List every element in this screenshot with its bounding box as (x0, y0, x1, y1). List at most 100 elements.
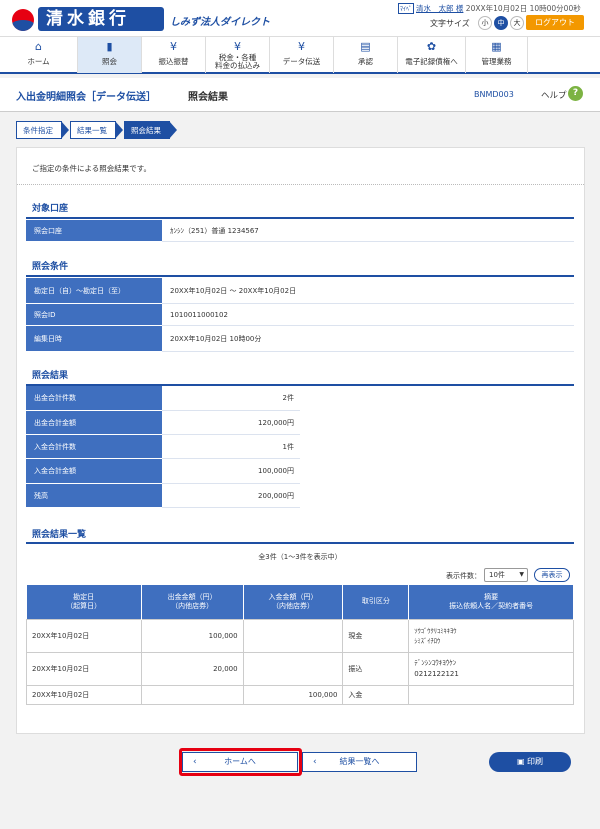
cell-deposit (242, 618, 344, 653)
step-current-result: 照会結果 (124, 121, 177, 139)
user-name[interactable]: 清水 太郎 様 (416, 4, 463, 13)
nav-tax-label: 税金・各種 料金の払込み (206, 54, 269, 70)
user-info: ﾏｲﾍﾟ 清水 太郎 様 20XX年10月02日 10時00分00秒 (398, 3, 581, 14)
cell-date: 20XX年10月02日 (26, 651, 142, 686)
summary-value: 100,000円 (162, 459, 300, 484)
font-size-medium-button[interactable]: 中 (494, 16, 508, 30)
nav-inquiry[interactable]: ▮ 照会 (78, 37, 142, 73)
table-header-row: 勘定日 （起算日） 出金金額（円） （内他店券） 入金金額（円） （内他店券） 取引区… (26, 585, 574, 619)
conditions-heading: 照会条件 (32, 262, 69, 272)
nav-e-claims[interactable]: ✿ 電子記録債権へ (398, 37, 466, 73)
help-link[interactable]: ヘルプ (541, 89, 567, 101)
help-icon[interactable]: ? (568, 86, 583, 101)
cell-deposit: 100,000 (242, 684, 344, 705)
nav-transfer-label: 振込振替 (158, 57, 189, 66)
global-nav: ⌂ ホーム ▮ 照会 ¥ 振込振替 ¥ 税金・各種 料金の払込み ¥ データ伝送 ▤ 承認 ✿… (0, 36, 600, 74)
nav-home[interactable]: ⌂ ホーム (0, 37, 78, 73)
condition-label: 編集日時 (26, 326, 162, 352)
rows-per-page-label: 表示件数： (446, 572, 481, 580)
summary-label: 残高 (26, 484, 162, 508)
col-withdrawal: 出金金額（円） （内他店券） (141, 585, 244, 619)
cell-withdrawal (140, 684, 244, 705)
summary-heading: 照会結果 (32, 371, 69, 381)
table-row: 20XX年10月02日 100,000 入金 (26, 684, 574, 705)
summary-label: 入金合計件数 (26, 435, 162, 459)
printer-icon: ▣ (516, 757, 528, 766)
logout-button[interactable]: ログアウト (526, 15, 584, 30)
condition-label: 勘定日（自）～勘定日（至） (26, 278, 162, 304)
col-date: 勘定日 （起算日） (26, 585, 142, 619)
nav-approval-label: 承認 (358, 57, 373, 66)
list-heading-line (26, 542, 574, 544)
home-icon: ⌂ (35, 40, 42, 53)
nav-admin[interactable]: ▦ 管理業務 (466, 37, 528, 73)
result-count: 全3件（1～3件を表示中） (258, 553, 342, 561)
col-memo: 摘要 振込依頼人名／契約者番号 (408, 585, 574, 619)
condition-value: 1010011000102 (162, 304, 574, 326)
cell-type: 入金 (342, 684, 410, 705)
print-button-label: 印刷 (527, 757, 544, 766)
nav-home-label: ホーム (27, 57, 50, 66)
account-heading: 対象口座 (32, 204, 69, 214)
cell-deposit (242, 651, 344, 686)
nav-tax-label-2: 料金の払込み (215, 61, 260, 70)
redisplay-button[interactable]: 再表示 (534, 568, 570, 582)
document-icon: ▮ (106, 40, 113, 53)
cell-memo (408, 684, 574, 705)
condition-label: 照会ID (26, 304, 162, 326)
table-row: 20XX年10月02日 20,000 振込 ﾃﾞﾝｼﾝｺｳｷﾖｳｹﾝ 02121… (26, 651, 574, 686)
chevron-left-icon: ‹ (313, 757, 317, 767)
approval-icon: ▤ (360, 40, 371, 53)
account-heading-line (26, 217, 574, 219)
nav-transfer[interactable]: ¥ 振込振替 (142, 37, 206, 73)
nav-e-claims-label: 電子記録債権へ (405, 57, 458, 66)
rows-per-page-value: 10件 (489, 571, 505, 579)
bank-logo-icon (12, 9, 34, 31)
cell-withdrawal: 100,000 (140, 618, 244, 653)
cell-type: 振込 (342, 651, 410, 686)
info-icon[interactable]: ﾏｲﾍﾟ (398, 3, 415, 14)
cell-memo: ｿｳｺﾞｳｸﾘｺﾐｷｷﾖｳ ｼﾐｽﾞｲﾁﾛｳ (408, 618, 574, 653)
home-button-label: ホームへ (224, 757, 256, 766)
account-label: 照会口座 (26, 220, 162, 242)
nav-approval[interactable]: ▤ 承認 (334, 37, 398, 73)
cell-withdrawal: 20,000 (140, 651, 244, 686)
result-table: 勘定日 （起算日） 出金金額（円） （内他店券） 入金金額（円） （内他店券） 取引区… (26, 585, 574, 705)
login-time: 20XX年10月02日 10時00分00秒 (465, 4, 581, 13)
divider (17, 184, 584, 185)
transfer-icon: ¥ (170, 40, 177, 53)
nav-admin-label: 管理業務 (481, 57, 512, 66)
table-row: 20XX年10月02日 100,000 現金 ｿｳｺﾞｳｸﾘｺﾐｷｷﾖｳ ｼﾐｽ… (26, 618, 574, 653)
font-size-large-button[interactable]: 大 (510, 16, 524, 30)
page-subtitle: 照会結果 (188, 92, 228, 103)
print-button[interactable]: ▣ 印刷 (489, 752, 571, 772)
nav-tax[interactable]: ¥ 税金・各種 料金の払込み (206, 37, 270, 73)
col-deposit: 入金金額（円） （内他店券） (243, 585, 344, 619)
condition-value: 20XX年10月02日 ～ 20XX年10月02日 (162, 278, 574, 304)
admin-icon: ▦ (491, 40, 502, 53)
summary-label: 出金合計金額 (26, 411, 162, 435)
conditions-heading-line (26, 275, 574, 277)
summary-value: 200,000円 (162, 484, 300, 508)
font-size-small-button[interactable]: 小 (478, 16, 492, 30)
account-value: ｶﾝｼﾝ（251）普通 1234567 (162, 220, 574, 242)
nav-data-transmission[interactable]: ¥ データ伝送 (270, 37, 334, 73)
cell-type: 現金 (342, 618, 410, 653)
back-to-list-button[interactable]: ‹ 結果一覧へ (302, 752, 417, 772)
intro-text: ご指定の条件による照会結果です。 (32, 164, 152, 173)
tax-icon: ¥ (234, 40, 241, 53)
chevron-left-icon: ‹ (193, 757, 197, 767)
cell-memo: ﾃﾞﾝｼﾝｺｳｷﾖｳｹﾝ 0212122121 (408, 651, 574, 686)
summary-value: 2件 (162, 386, 300, 411)
rows-per-page-select[interactable]: 10件 (484, 568, 528, 582)
summary-label: 出金合計件数 (26, 386, 162, 411)
page-title: 入出金明細照会［データ伝送］ (16, 92, 156, 103)
list-heading: 照会結果一覧 (32, 530, 87, 540)
cell-date: 20XX年10月02日 (26, 618, 142, 653)
service-name: しみず法人ダイレクト (170, 17, 270, 28)
summary-value: 1件 (162, 435, 300, 459)
back-button-label: 結果一覧へ (339, 757, 380, 766)
condition-value: 20XX年10月02日 10時00分 (162, 326, 574, 352)
home-button[interactable]: ‹ ホームへ (182, 752, 298, 772)
step-result-list: 結果一覧 (70, 121, 123, 139)
